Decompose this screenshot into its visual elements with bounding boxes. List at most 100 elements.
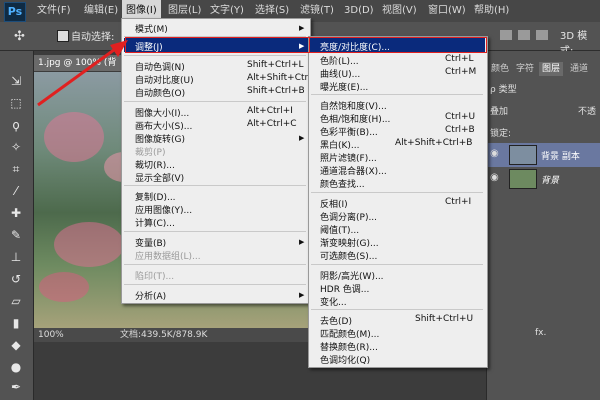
- fx-icon[interactable]: fx.: [535, 328, 546, 338]
- menu-item-variations[interactable]: 变化...: [320, 295, 347, 308]
- shortcut-canvas-size: Alt+Ctrl+C: [247, 119, 297, 129]
- blur-icon[interactable]: ◆: [8, 338, 24, 352]
- opacity-label: 不透: [578, 107, 597, 117]
- menu-item-black-white[interactable]: 黑白(K)...: [320, 138, 360, 151]
- menu-help[interactable]: 帮助(H): [470, 0, 513, 22]
- menu-item-apply-image[interactable]: 应用图像(Y)...: [135, 203, 192, 216]
- menu-item-calculations[interactable]: 计算(C)...: [135, 216, 175, 229]
- shortcut-black-white: Alt+Shift+Ctrl+B: [395, 138, 473, 148]
- menu-item-mode[interactable]: 模式(M): [135, 22, 168, 35]
- menu-item-shadows-highlights[interactable]: 阴影/高光(W)...: [320, 269, 384, 282]
- shortcut-auto-tone: Shift+Ctrl+L: [247, 60, 304, 70]
- menu-item-duplicate[interactable]: 复制(D)...: [135, 190, 176, 203]
- blend-mode-select[interactable]: 叠加: [490, 104, 508, 117]
- gradient-icon[interactable]: ▮: [8, 316, 24, 330]
- zoom-level[interactable]: 100%: [38, 328, 64, 342]
- menu-item-reveal-all[interactable]: 显示全部(V): [135, 171, 184, 184]
- history-brush-icon[interactable]: ↺: [8, 272, 24, 286]
- annotation-highlight-box: [125, 37, 310, 53]
- menu-window[interactable]: 窗口(W): [424, 0, 470, 22]
- menu-item-image-size[interactable]: 图像大小(I)...: [135, 106, 189, 119]
- eraser-icon[interactable]: ▱: [8, 294, 24, 308]
- layer-thumbnail: [509, 145, 537, 165]
- document-info: 文档:439.5K/878.9K: [120, 330, 208, 340]
- eyedropper-icon[interactable]: ⁄: [8, 184, 24, 198]
- annotation-arrow-icon: [37, 40, 128, 107]
- shortcut-auto-color: Shift+Ctrl+B: [247, 86, 305, 96]
- menu-item-hdr-toning[interactable]: HDR 色调...: [320, 282, 369, 295]
- menu-item-posterize[interactable]: 色调分离(P)...: [320, 210, 377, 223]
- menu-item-match-color[interactable]: 匹配颜色(M)...: [320, 327, 379, 340]
- move-icon[interactable]: ⇲: [8, 74, 24, 88]
- magic-wand-icon[interactable]: ✧: [8, 140, 24, 154]
- menu-separator: [124, 101, 306, 102]
- marquee-icon[interactable]: ⬚: [8, 96, 24, 110]
- menu-file[interactable]: 文件(F): [33, 0, 75, 22]
- menu-item-vibrance[interactable]: 自然饱和度(V)...: [320, 99, 387, 112]
- dodge-icon[interactable]: ●: [8, 360, 24, 374]
- eye-icon[interactable]: ◉: [490, 172, 502, 184]
- tab-character[interactable]: 字符: [513, 62, 537, 76]
- align-center-icon[interactable]: [518, 30, 530, 40]
- menu-item-curves[interactable]: 曲线(U)...: [320, 67, 360, 80]
- menu-item-color-balance[interactable]: 色彩平衡(B)...: [320, 125, 378, 138]
- menu-item-photo-filter[interactable]: 照片滤镜(F)...: [320, 151, 377, 164]
- menu-separator: [124, 284, 306, 285]
- shortcut-color-balance: Ctrl+B: [445, 125, 475, 135]
- shortcut-curves: Ctrl+M: [445, 67, 477, 77]
- shortcut-hue-saturation: Ctrl+U: [445, 112, 476, 122]
- brush-icon[interactable]: ✎: [8, 228, 24, 242]
- menu-item-auto-tone[interactable]: 自动色调(N): [135, 60, 185, 73]
- submenu-arrow-icon: ▶: [299, 291, 305, 299]
- menu-item-hue-saturation[interactable]: 色相/饱和度(H)...: [320, 112, 390, 125]
- menu-item-gradient-map[interactable]: 渐变映射(G)...: [320, 236, 379, 249]
- menu-separator: [124, 264, 306, 265]
- menu-item-replace-color[interactable]: 替换颜色(R)...: [320, 340, 378, 353]
- lasso-icon[interactable]: ϙ: [8, 118, 24, 132]
- menu-view[interactable]: 视图(V): [378, 0, 421, 22]
- menu-item-exposure[interactable]: 曝光度(E)...: [320, 80, 368, 93]
- layer-thumbnail: [509, 169, 537, 189]
- lock-label: 锁定:: [490, 129, 512, 139]
- menu-item-threshold[interactable]: 阈值(T)...: [320, 223, 359, 236]
- menu-separator: [311, 192, 483, 193]
- tab-color[interactable]: 颜色: [488, 62, 512, 76]
- clone-stamp-icon[interactable]: ⊥: [8, 250, 24, 264]
- menu-item-crop: 裁剪(P): [135, 148, 166, 158]
- menu-item-color-lookup[interactable]: 颜色查找...: [320, 177, 365, 190]
- align-right-icon[interactable]: [536, 30, 548, 40]
- menu-item-selective-color[interactable]: 可选颜色(S)...: [320, 249, 377, 262]
- pen-icon[interactable]: ✒: [8, 380, 24, 394]
- shortcut-invert: Ctrl+I: [445, 197, 472, 207]
- tab-channels[interactable]: 通道: [567, 62, 591, 76]
- tab-layers[interactable]: 图层: [539, 62, 564, 76]
- menu-item-canvas-size[interactable]: 画布大小(S)...: [135, 119, 192, 132]
- layer-name[interactable]: 背景 副本: [541, 149, 580, 162]
- submenu-arrow-icon: ▶: [299, 24, 305, 32]
- menu-item-analysis[interactable]: 分析(A): [135, 289, 166, 302]
- menu-item-invert[interactable]: 反相(I): [320, 197, 348, 210]
- menu-item-trim[interactable]: 裁切(R)...: [135, 158, 175, 171]
- menu-item-auto-contrast[interactable]: 自动对比度(U): [135, 73, 194, 86]
- menu-item-levels[interactable]: 色阶(L)...: [320, 54, 359, 67]
- crop-icon[interactable]: ⌗: [8, 162, 24, 176]
- menu-edit[interactable]: 编辑(E): [80, 0, 122, 22]
- menu-3d[interactable]: 3D(D): [340, 0, 378, 22]
- photoshop-logo: Ps: [4, 2, 26, 22]
- layer-kind-filter[interactable]: ρ 类型: [490, 82, 517, 95]
- menu-separator: [124, 55, 306, 56]
- menu-item-apply-data-set: 应用数据组(L)...: [135, 252, 201, 262]
- healing-brush-icon[interactable]: ✚: [8, 206, 24, 220]
- menu-item-equalize[interactable]: 色调均化(Q): [320, 353, 370, 366]
- layer-name[interactable]: 背景: [541, 173, 559, 186]
- annotation-highlight-box: [309, 37, 487, 53]
- eye-icon[interactable]: ◉: [490, 148, 502, 160]
- align-left-icon[interactable]: [500, 30, 512, 40]
- menu-item-auto-color[interactable]: 自动颜色(O): [135, 86, 185, 99]
- menu-item-variables[interactable]: 变量(B): [135, 236, 166, 249]
- menu-separator: [311, 264, 483, 265]
- menu-item-channel-mixer[interactable]: 通道混合器(X)...: [320, 164, 387, 177]
- menu-item-image-rotation[interactable]: 图像旋转(G): [135, 132, 185, 145]
- menu-item-desaturate[interactable]: 去色(D): [320, 314, 352, 327]
- menu-separator: [311, 309, 483, 310]
